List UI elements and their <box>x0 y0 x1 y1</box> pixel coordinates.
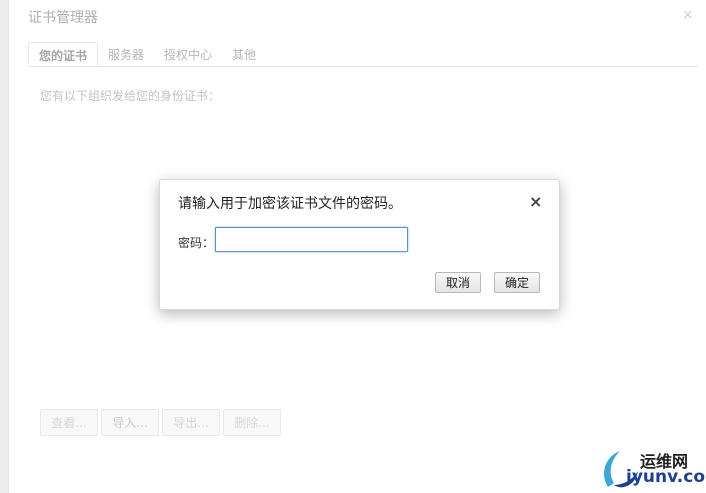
import-button[interactable]: 导入... <box>101 409 159 436</box>
watermark-line2: iyunv.com <box>626 467 706 487</box>
password-dialog: 请输入用于加密该证书文件的密码。 × 密码： 取消 确定 <box>159 179 560 310</box>
view-button[interactable]: 查看... <box>40 409 98 436</box>
password-label: 密码： <box>178 236 215 250</box>
tab-authorities[interactable]: 授权中心 <box>154 42 222 66</box>
tab-servers[interactable]: 服务器 <box>98 42 154 66</box>
tab-your-certificates[interactable]: 您的证书 <box>28 42 99 66</box>
tabs-divider <box>28 66 698 67</box>
delete-button[interactable]: 删除... <box>223 409 281 436</box>
background-left-panel <box>0 0 9 493</box>
certificate-manager-close-icon[interactable]: × <box>682 7 694 23</box>
certificate-action-buttons: 查看... 导入... 导出... 删除... <box>40 409 281 436</box>
certificates-description: 您有以下组织发给您的身份证书： <box>40 89 221 103</box>
certificate-tabs: 您的证书 服务器 授权中心 其他 <box>28 42 266 66</box>
ok-button[interactable]: 确定 <box>494 272 540 293</box>
cancel-button[interactable]: 取消 <box>435 272 481 293</box>
certificate-manager-title: 证书管理器 <box>28 10 98 26</box>
tab-others[interactable]: 其他 <box>222 42 266 66</box>
password-dialog-close-icon[interactable]: × <box>529 192 542 211</box>
watermark: 运维网 iyunv.com <box>600 447 706 491</box>
password-dialog-title: 请输入用于加密该证书文件的密码。 <box>178 196 402 212</box>
password-input[interactable] <box>215 227 408 252</box>
export-button[interactable]: 导出... <box>162 409 220 436</box>
